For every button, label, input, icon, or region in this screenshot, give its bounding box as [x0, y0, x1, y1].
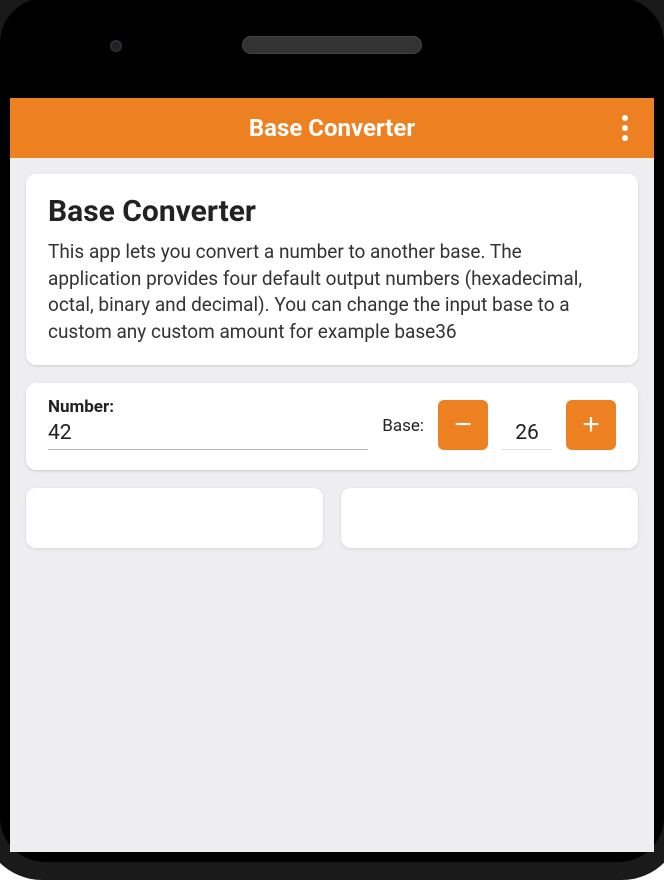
content-area: Base Converter This app lets you convert… — [10, 158, 654, 564]
number-field-group: Number: — [48, 397, 368, 450]
intro-card: Base Converter This app lets you convert… — [26, 174, 638, 365]
overflow-menu-button[interactable] — [614, 107, 636, 149]
input-card: Number: Base: − 26 + — [26, 383, 638, 470]
base-value: 26 — [515, 421, 539, 445]
plus-icon: + — [582, 408, 600, 442]
phone-frame: Base Converter Base Converter This app l… — [0, 0, 664, 880]
app-bar-title: Base Converter — [249, 114, 415, 142]
base-label: Base: — [382, 416, 424, 450]
app-bar: Base Converter — [10, 98, 654, 158]
intro-heading: Base Converter — [48, 194, 616, 229]
minus-icon: − — [454, 408, 472, 442]
number-input[interactable] — [48, 419, 368, 450]
kebab-dot-icon — [622, 125, 628, 131]
output-row — [26, 488, 638, 548]
camera-dot — [110, 40, 122, 52]
kebab-dot-icon — [622, 115, 628, 121]
base-decrement-button[interactable]: − — [438, 400, 488, 450]
phone-bezel: Base Converter Base Converter This app l… — [0, 0, 664, 862]
output-card — [341, 488, 638, 548]
kebab-dot-icon — [622, 135, 628, 141]
screen: Base Converter Base Converter This app l… — [10, 98, 654, 852]
base-value-display: 26 — [502, 421, 552, 450]
number-label: Number: — [48, 397, 368, 417]
intro-description: This app lets you convert a number to an… — [48, 239, 616, 345]
output-card — [26, 488, 323, 548]
base-increment-button[interactable]: + — [566, 400, 616, 450]
speaker-grille — [242, 36, 422, 54]
